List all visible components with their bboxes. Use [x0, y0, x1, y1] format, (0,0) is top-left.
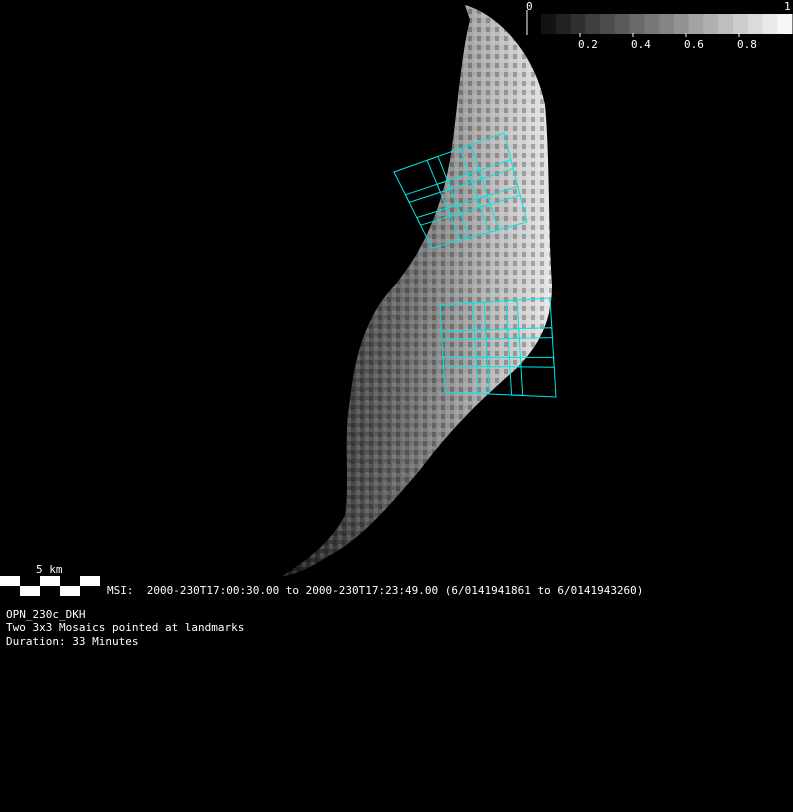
colorbar-swatch	[703, 14, 719, 34]
mosaic-plan-view: 0 1 0.2 0.4 0.6 0.8 5 km MSI: 2000-230T1…	[0, 0, 793, 812]
colorbar	[526, 10, 793, 37]
colorbar-max-label: 1	[784, 0, 791, 13]
colorbar-tick-label: 0.4	[631, 38, 651, 51]
instrument-time-range: MSI: 2000-230T17:00:30.00 to 2000-230T17…	[107, 584, 644, 597]
colorbar-swatch	[659, 14, 675, 34]
colorbar-swatch	[644, 14, 660, 34]
colorbar-tick-label: 0.8	[737, 38, 757, 51]
colorbar-swatch	[747, 14, 763, 34]
colorbar-swatch	[629, 14, 645, 34]
colorbar-swatch	[600, 14, 616, 34]
colorbar-swatch	[718, 14, 734, 34]
colorbar-swatch	[555, 14, 572, 34]
sequence-duration: Duration: 33 Minutes	[6, 635, 139, 648]
colorbar-swatch	[585, 14, 601, 34]
colorbar-swatch	[732, 14, 749, 34]
sequence-description: Two 3x3 Mosaics pointed at landmarks	[6, 621, 245, 634]
scale-bar-label: 5 km	[36, 563, 63, 576]
colorbar-swatch	[570, 14, 586, 34]
sequence-id: OPN_230c_DKH	[6, 608, 86, 621]
scale-bar	[0, 576, 100, 596]
colorbar-tick-label: 0.6	[684, 38, 704, 51]
colorbar-swatch	[673, 14, 690, 34]
colorbar-tick-label: 0.2	[578, 38, 598, 51]
colorbar-swatch	[614, 14, 631, 34]
colorbar-swatch	[688, 14, 704, 34]
colorbar-swatch	[777, 14, 793, 34]
colorbar-min-label: 0	[526, 0, 533, 13]
asteroid-render	[0, 5, 793, 596]
colorbar-swatch	[762, 14, 778, 34]
asteroid-shape	[282, 5, 552, 576]
colorbar-swatch	[541, 14, 557, 34]
